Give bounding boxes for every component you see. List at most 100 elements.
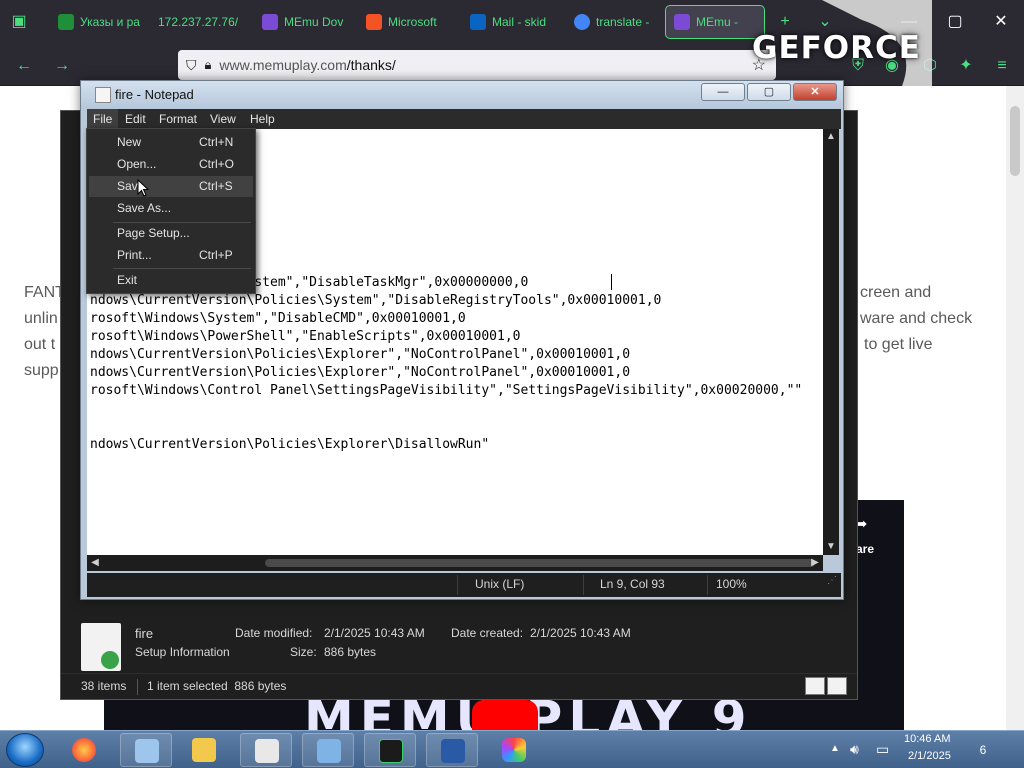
zoom-level: 100%	[716, 577, 747, 591]
tab-label: translate -	[596, 15, 650, 29]
scroll-left-icon[interactable]: ◀	[87, 555, 103, 571]
memu-icon	[262, 14, 278, 30]
play-icon[interactable]	[472, 700, 538, 732]
text-caret	[611, 274, 612, 290]
scrollbar-thumb[interactable]	[265, 559, 815, 567]
address-bar[interactable]: ⛉ 🔒︎ www.memuplay.com/thanks/ ☆	[178, 50, 776, 80]
page-text: ware and check	[860, 310, 973, 327]
explorer-status-bar: 38 items 1 item selected 886 bytes	[61, 673, 857, 699]
resize-grip-icon[interactable]: ⋰	[827, 575, 837, 586]
menu-item-exit[interactable]: Exit	[89, 270, 253, 291]
menu-item-new[interactable]: New Ctrl+N	[89, 132, 253, 153]
outlook-icon	[470, 14, 486, 30]
menu-separator	[113, 268, 251, 269]
folder-icon	[192, 738, 216, 762]
extension-icon[interactable]: ⬡	[918, 54, 942, 78]
text-line: rosoft\Windows\PowerShell","EnableScript…	[90, 329, 521, 344]
share-label: are	[856, 542, 875, 556]
gear-icon	[101, 651, 119, 669]
window-icon	[317, 739, 341, 763]
scroll-right-icon[interactable]: ▶	[807, 555, 823, 571]
lock-icon[interactable]: 🔒︎	[205, 57, 212, 73]
menu-file[interactable]: File	[87, 109, 119, 129]
tab-2[interactable]: 172.237.27.76/	[150, 6, 242, 38]
menu-help[interactable]: Help	[244, 109, 281, 129]
taskbar-computer[interactable]	[120, 733, 172, 767]
menu-item-open[interactable]: Open... Ctrl+O	[89, 154, 253, 175]
minimize-button[interactable]: —	[701, 83, 745, 101]
firefox-icon	[72, 738, 96, 762]
menu-item-save-as[interactable]: Save As...	[89, 198, 253, 219]
memu-icon	[674, 14, 690, 30]
menu-item-save[interactable]: Save Ctrl+S	[89, 176, 253, 197]
taskbar-explorer[interactable]	[178, 733, 230, 767]
clock-time[interactable]: 10:46 AM	[904, 733, 950, 745]
url-host: www.memuplay.com	[219, 57, 347, 73]
close-icon[interactable]: ✕	[986, 8, 1016, 36]
text-line: ndows\CurrentVersion\Policies\Explorer",…	[90, 347, 631, 362]
shield-icon[interactable]: ⛉	[186, 57, 197, 74]
close-button[interactable]: ✕	[793, 83, 837, 101]
tab-list-icon[interactable]: ▣	[6, 10, 32, 34]
cursor-position: Ln 9, Col 93	[600, 577, 665, 591]
horizontal-scrollbar[interactable]: ◀ ▶	[87, 555, 823, 571]
menu-format[interactable]: Format	[153, 109, 203, 129]
tab-6[interactable]: translate -	[566, 6, 658, 38]
taskbar-terminal[interactable]	[364, 733, 416, 767]
tab-label: MEmu Dov	[284, 15, 344, 29]
tray-expand-icon[interactable]: ▲	[830, 743, 840, 754]
notification-icon[interactable]: 6	[972, 739, 994, 761]
taskbar: ▲ 🔊︎ ▭ 10:46 AM 2/1/2025 6	[0, 730, 1024, 768]
taskbar-powershell[interactable]	[426, 733, 478, 767]
page-text: to get live	[864, 336, 933, 353]
divider	[137, 679, 138, 695]
vertical-scrollbar[interactable]: ▲ ▼	[823, 129, 839, 555]
notepad-icon	[255, 739, 279, 763]
forward-icon[interactable]: →	[50, 54, 74, 78]
scroll-up-icon[interactable]: ▲	[823, 129, 839, 145]
maximize-icon[interactable]: ▢	[940, 8, 970, 36]
page-text: supp	[24, 362, 59, 379]
maximize-button[interactable]: ▢	[747, 83, 791, 101]
geforce-label: GEFORCE	[752, 30, 921, 66]
selection-info: 1 item selected 886 bytes	[147, 679, 287, 693]
menu-icon[interactable]: ≡	[990, 54, 1014, 78]
taskbar-notepad[interactable]	[240, 733, 292, 767]
file-menu-dropdown: New Ctrl+N Open... Ctrl+O Save Ctrl+S Sa…	[86, 128, 256, 294]
scroll-down-icon[interactable]: ▼	[823, 539, 839, 555]
scrollbar-thumb[interactable]	[1010, 106, 1020, 176]
page-text: creen and	[860, 284, 932, 301]
volume-icon[interactable]: 🔊︎	[850, 741, 859, 758]
back-icon[interactable]: ←	[12, 54, 36, 78]
taskbar-memu[interactable]	[488, 733, 540, 767]
tab-label: Mail - skid	[492, 15, 547, 29]
tab-3[interactable]: MEmu Dov	[254, 6, 346, 38]
menu-item-page-setup[interactable]: Page Setup...	[89, 223, 253, 244]
thumbnail-view-icon[interactable]	[827, 677, 847, 695]
clock-date[interactable]: 2/1/2025	[908, 750, 951, 762]
text-line: ndows\CurrentVersion\Policies\System","D…	[90, 293, 662, 308]
start-button[interactable]	[6, 733, 44, 767]
status-bar: Unix (LF) Ln 9, Col 93 100% ⋰	[87, 573, 841, 597]
page-scrollbar[interactable]	[1006, 86, 1024, 732]
menu-edit[interactable]: Edit	[119, 109, 152, 129]
tab-1[interactable]: Указы и ра	[50, 6, 142, 38]
tab-label: Microsoft	[388, 15, 437, 29]
tab-4[interactable]: Microsoft	[358, 6, 450, 38]
menu-view[interactable]: View	[204, 109, 242, 129]
file-name: fire	[135, 626, 154, 641]
network-icon[interactable]: ▭	[876, 741, 889, 758]
puzzle-icon[interactable]: ✦	[954, 54, 978, 78]
file-type: Setup Information	[135, 645, 230, 659]
tab-7[interactable]: MEmu -	[665, 5, 765, 39]
details-view-icon[interactable]	[805, 677, 825, 695]
window-title: fire - Notepad	[115, 87, 194, 102]
divider	[583, 575, 584, 595]
date-modified: 2/1/2025 10:43 AM	[324, 626, 425, 640]
taskbar-firefox[interactable]	[58, 733, 110, 767]
menu-bar: File Edit Format View Help	[87, 109, 841, 129]
tab-5[interactable]: Mail - skid	[462, 6, 554, 38]
menu-item-print[interactable]: Print... Ctrl+P	[89, 245, 253, 266]
notepad-title-bar[interactable]: fire - Notepad — ▢ ✕	[81, 81, 843, 109]
taskbar-app[interactable]	[302, 733, 354, 767]
